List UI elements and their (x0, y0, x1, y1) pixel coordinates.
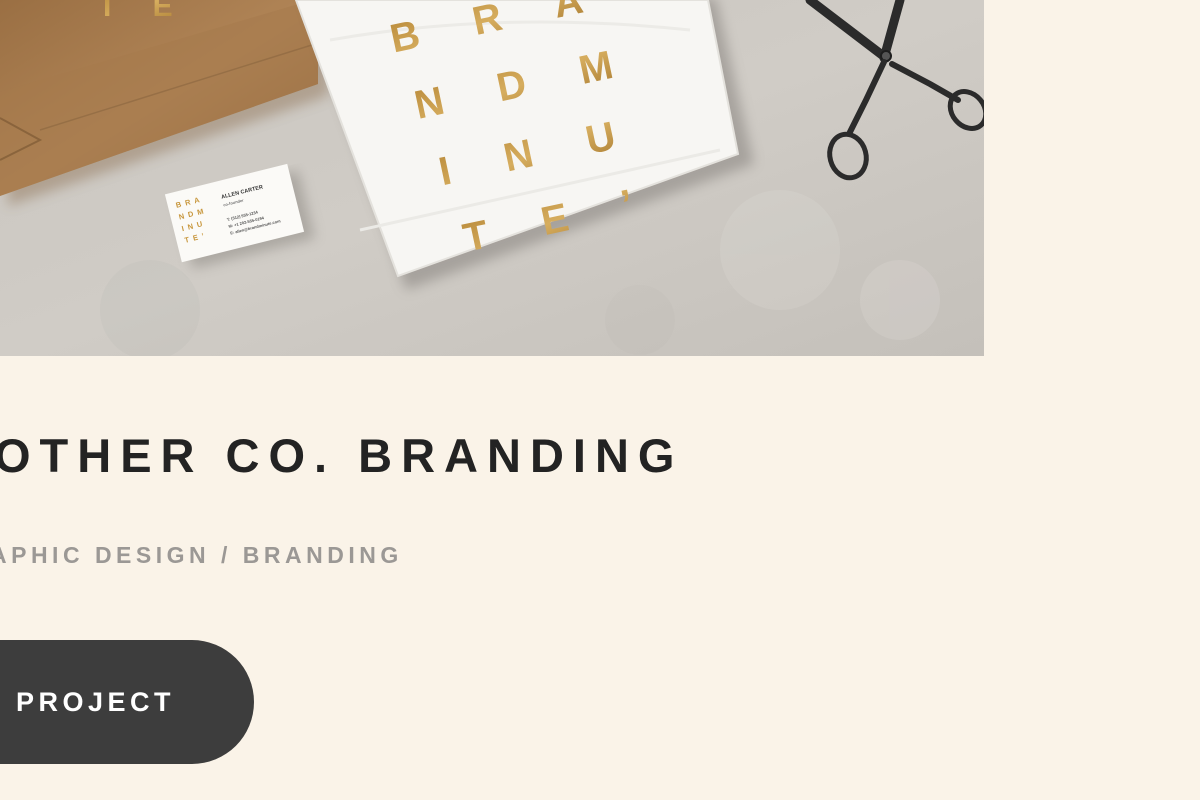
project-hero-image[interactable]: T E B R A N D M I N U T E ’ ALLEN CARTER… (0, 0, 984, 356)
project-categories: APHIC DESIGN / BRANDING (0, 542, 403, 568)
bag-gold-letters: T E (98, 0, 187, 23)
project-title: OTHER CO. BRANDING (0, 429, 684, 482)
branding-mockup-photo: T E B R A N D M I N U T E ’ ALLEN CARTER… (0, 0, 984, 356)
view-project-button-label: PROJECT (16, 687, 176, 717)
page: T E B R A N D M I N U T E ’ ALLEN CARTER… (0, 0, 1200, 800)
view-project-button[interactable]: PROJECT (0, 640, 254, 764)
